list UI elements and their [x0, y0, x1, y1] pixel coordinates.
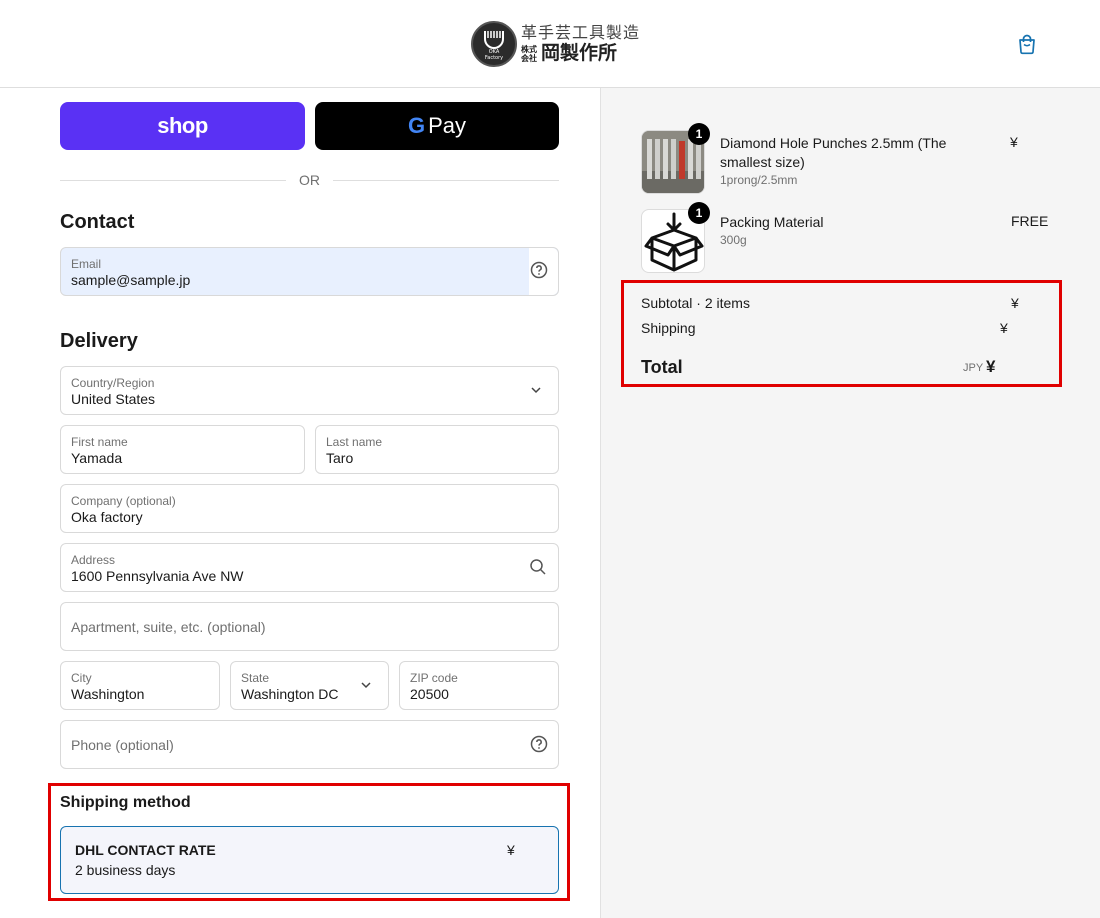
company-label: Company (optional): [71, 494, 176, 508]
apartment-field[interactable]: Apartment, suite, etc. (optional): [60, 602, 559, 651]
email-label: Email: [71, 257, 102, 271]
total-currency: JPY: [963, 362, 984, 374]
company-value: Oka factory: [71, 509, 143, 525]
city-field[interactable]: City Washington: [60, 661, 220, 710]
shop-pay-label: shop: [157, 113, 208, 138]
city-value: Washington: [71, 686, 145, 702]
first-name-label: First name: [71, 435, 128, 449]
quantity-badge: 1: [688, 123, 710, 145]
shipping-option-dhl[interactable]: DHL CONTACT RATE 2 business days ¥: [60, 826, 559, 894]
apartment-placeholder: Apartment, suite, etc. (optional): [71, 619, 266, 635]
help-circle-icon[interactable]: [530, 735, 548, 753]
country-value: United States: [71, 391, 156, 407]
site-header: OKA Factory 革手芸工具製造 株式 会社 岡製作所: [0, 0, 1100, 88]
subtotal-label: Subtotal · 2 items: [641, 295, 750, 311]
address-field[interactable]: Address 1600 Pennsylvania Ave NW: [60, 543, 559, 592]
checkout-form: shop G Pay OR Contact Email sample@sampl…: [0, 88, 600, 918]
first-name-field[interactable]: First name Yamada: [60, 425, 305, 474]
item-variant: 300g: [720, 233, 747, 247]
subtotal-value: ¥: [1011, 295, 1019, 311]
cart-item: 1 Diamond Hole Punches 2.5mm (The smalle…: [641, 123, 1081, 194]
country-select[interactable]: Country/Region United States: [60, 366, 559, 415]
shipping-method-heading: Shipping method: [60, 794, 191, 811]
or-divider: OR: [60, 172, 559, 188]
address-label: Address: [71, 553, 116, 567]
contact-heading: Contact: [60, 211, 135, 233]
item-variant: 1prong/2.5mm: [720, 173, 798, 187]
zip-label: ZIP code: [410, 671, 458, 685]
or-divider-text: OR: [299, 172, 320, 188]
logo-mark-icon: OKA Factory: [471, 21, 517, 67]
help-circle-icon[interactable]: [530, 261, 548, 279]
phone-field[interactable]: Phone (optional): [60, 720, 559, 769]
zip-value: 20500: [410, 686, 449, 702]
first-name-value: Yamada: [71, 450, 123, 466]
google-pay-button[interactable]: G Pay: [315, 102, 559, 150]
logo-small-top: 株式: [521, 44, 537, 54]
total-value: ¥: [986, 357, 996, 376]
phone-placeholder: Phone (optional): [71, 737, 174, 753]
search-icon: [529, 558, 547, 576]
total-label: Total: [641, 357, 683, 377]
state-select[interactable]: State Washington DC: [230, 661, 389, 710]
logo-tagline: 革手芸工具製造: [521, 23, 641, 42]
last-name-value: Taro: [326, 450, 354, 466]
google-g-icon: G: [407, 113, 426, 138]
state-label: State: [241, 671, 270, 685]
item-price: FREE: [1011, 213, 1049, 229]
cart-item: 1 Packing Material 300g FREE: [641, 202, 1081, 273]
last-name-field[interactable]: Last name Taro: [315, 425, 559, 474]
state-value: Washington DC: [241, 686, 339, 702]
delivery-heading: Delivery: [60, 330, 138, 352]
quantity-badge: 1: [688, 202, 710, 224]
logo-company-name: 岡製作所: [541, 42, 618, 64]
item-price: ¥: [1010, 134, 1018, 150]
logo-small-bottom: 会社: [521, 53, 537, 63]
store-logo[interactable]: OKA Factory 革手芸工具製造 株式 会社 岡製作所: [471, 20, 640, 68]
address-value: 1600 Pennsylvania Ave NW: [71, 568, 244, 584]
shipping-value: ¥: [1000, 320, 1008, 336]
chevron-down-icon: [528, 382, 546, 400]
shop-pay-button[interactable]: shop: [60, 102, 305, 150]
shipping-option-price: ¥: [507, 842, 515, 858]
google-pay-label: Pay: [428, 113, 467, 138]
shipping-option-days: 2 business days: [75, 862, 176, 878]
email-value: sample@sample.jp: [71, 272, 191, 288]
logo-mark-text-bottom: Factory: [485, 55, 503, 61]
country-label: Country/Region: [71, 376, 155, 390]
item-title: Packing Material: [720, 214, 824, 230]
chevron-down-icon: [358, 677, 376, 695]
item-title: Diamond Hole Punches 2.5mm (The smallest…: [720, 135, 947, 170]
shipping-label: Shipping: [641, 320, 696, 336]
city-label: City: [71, 671, 92, 685]
email-field[interactable]: Email sample@sample.jp: [60, 247, 559, 296]
shipping-option-name: DHL CONTACT RATE: [75, 842, 216, 858]
shopping-bag-icon[interactable]: [1016, 33, 1038, 55]
zip-field[interactable]: ZIP code 20500: [399, 661, 559, 710]
company-field[interactable]: Company (optional) Oka factory: [60, 484, 559, 533]
logo-wordmark: 革手芸工具製造 株式 会社 岡製作所: [521, 25, 640, 63]
last-name-label: Last name: [326, 435, 383, 449]
order-summary: 1 Diamond Hole Punches 2.5mm (The smalle…: [600, 88, 1100, 918]
